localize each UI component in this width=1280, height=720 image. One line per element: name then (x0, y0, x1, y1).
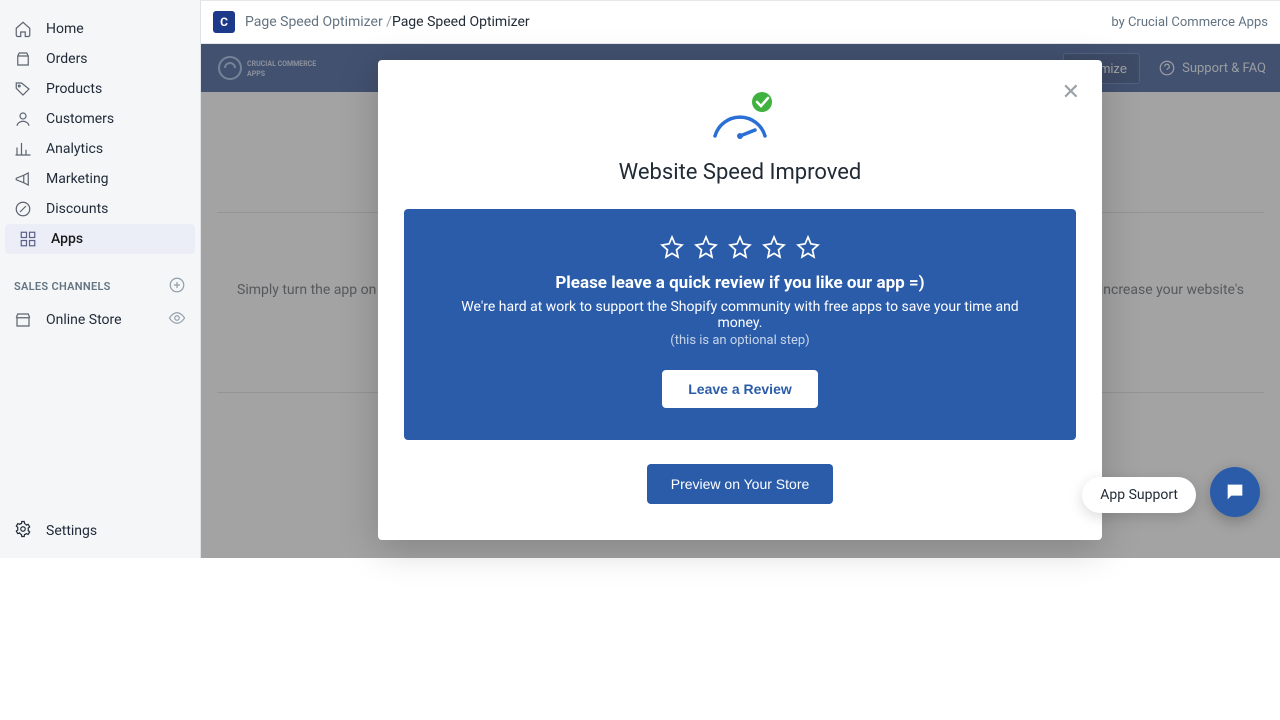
star-icon[interactable] (694, 235, 718, 259)
nav-customers[interactable]: Customers (0, 104, 200, 134)
user-icon (14, 110, 32, 128)
nav-online-store[interactable]: Online Store (0, 303, 200, 337)
store-icon (14, 311, 32, 329)
review-callout: Please leave a quick review if you like … (404, 209, 1076, 440)
leave-review-button[interactable]: Leave a Review (662, 370, 818, 408)
review-optional: (this is an optional step) (444, 333, 1036, 348)
nav-label: Discounts (46, 201, 108, 217)
preview-store-button[interactable]: Preview on Your Store (647, 464, 834, 504)
nav-label: Home (46, 21, 84, 37)
nav-label: Apps (51, 231, 83, 247)
speed-gauge-icon (404, 92, 1076, 146)
chart-icon (14, 140, 32, 158)
tag-icon (14, 80, 32, 98)
settings-label: Settings (46, 523, 97, 539)
nav-label: Customers (46, 111, 114, 127)
star-icon[interactable] (660, 235, 684, 259)
app-support-pill[interactable]: App Support (1082, 477, 1196, 513)
header: C Page Speed Optimizer Page Speed Optimi… (201, 0, 1280, 44)
discount-icon (14, 200, 32, 218)
nav-label: Marketing (46, 171, 109, 187)
nav-analytics[interactable]: Analytics (0, 134, 200, 164)
sidebar: Home Orders Products Customers Analytics… (0, 0, 201, 558)
breadcrumb-parent[interactable]: Page Speed Optimizer (245, 14, 392, 30)
app-logo-icon: C (213, 11, 235, 33)
megaphone-icon (14, 170, 32, 188)
home-icon (14, 20, 32, 38)
chat-icon (1224, 481, 1246, 503)
section-sales-channels: SALES CHANNELS (0, 270, 200, 303)
eye-icon[interactable] (168, 309, 186, 331)
gear-icon (14, 520, 32, 542)
breadcrumb-current: Page Speed Optimizer (392, 14, 530, 30)
review-subtext: We're hard at work to support the Shopif… (444, 299, 1036, 331)
orders-icon (14, 50, 32, 68)
nav-discounts[interactable]: Discounts (0, 194, 200, 224)
star-rating[interactable] (444, 235, 1036, 259)
review-prompt: Please leave a quick review if you like … (444, 273, 1036, 293)
star-icon[interactable] (728, 235, 752, 259)
apps-icon (19, 230, 37, 248)
nav-settings[interactable]: Settings (0, 514, 200, 548)
star-icon[interactable] (796, 235, 820, 259)
nav-home[interactable]: Home (0, 14, 200, 44)
nav-label: Online Store (46, 312, 122, 328)
author-label: by Crucial Commerce Apps (1111, 15, 1268, 30)
nav-label: Analytics (46, 141, 103, 157)
add-channel-icon[interactable] (168, 276, 186, 297)
modal-title: Website Speed Improved (404, 160, 1076, 185)
nav-apps[interactable]: Apps (5, 224, 195, 254)
nav-marketing[interactable]: Marketing (0, 164, 200, 194)
review-modal: ✕ Website Speed Improved Please leave a … (378, 60, 1102, 540)
section-label: SALES CHANNELS (14, 280, 111, 293)
chat-fab[interactable] (1210, 467, 1260, 517)
nav-label: Orders (46, 51, 88, 67)
star-icon[interactable] (762, 235, 786, 259)
nav-products[interactable]: Products (0, 74, 200, 104)
nav-orders[interactable]: Orders (0, 44, 200, 74)
nav-label: Products (46, 81, 102, 97)
